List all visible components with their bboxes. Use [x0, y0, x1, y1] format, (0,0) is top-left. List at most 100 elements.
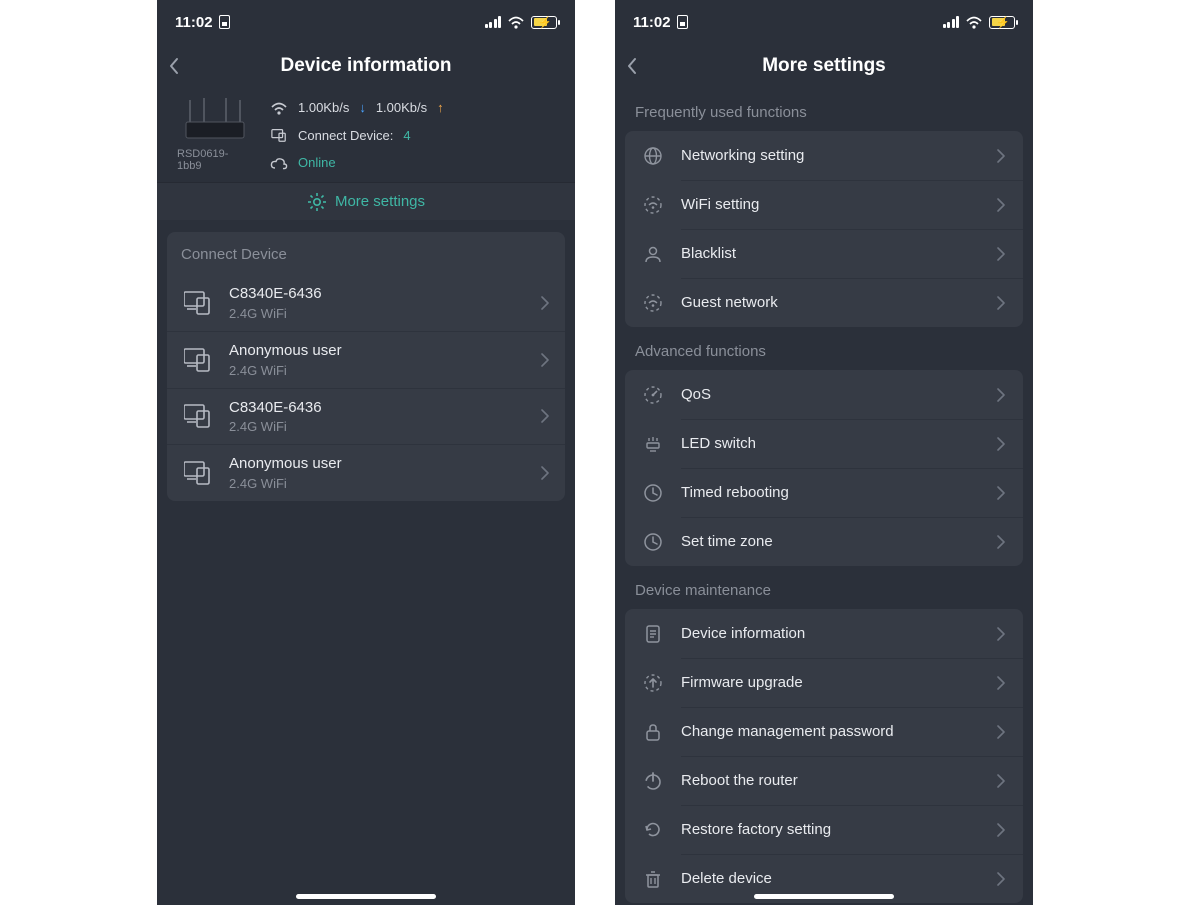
home-indicator[interactable] [754, 894, 894, 899]
section-header: Connect Device [167, 232, 565, 275]
device-sub: 2.4G WiFi [229, 419, 525, 434]
settings-row-set-time-zone[interactable]: Set time zone [625, 517, 1023, 566]
settings-row-led-switch[interactable]: LED switch [625, 419, 1023, 468]
status-bar: 11:02 ⚡ [615, 0, 1033, 44]
settings-row-change-management-password[interactable]: Change management password [625, 707, 1023, 756]
settings-label: Networking setting [681, 147, 979, 164]
chevron-right-icon [995, 627, 1007, 641]
chevron-right-icon [539, 296, 551, 310]
chevron-right-icon [995, 149, 1007, 163]
globe-icon [641, 144, 665, 168]
settings-group: Device information Firmware upgrade Change… [625, 609, 1023, 903]
clock-icon [641, 530, 665, 554]
status-time: 11:02 [633, 14, 671, 31]
page-title: More settings [762, 55, 886, 77]
settings-label: LED switch [681, 435, 979, 452]
back-button[interactable] [625, 44, 639, 88]
settings-row-reboot-the-router[interactable]: Reboot the router [625, 756, 1023, 805]
page-title: Device information [280, 55, 451, 77]
gauge-icon [641, 383, 665, 407]
signal-icon [943, 16, 960, 28]
device-row[interactable]: Anonymous user2.4G WiFi [167, 331, 565, 388]
wifi-icon [641, 193, 665, 217]
settings-row-guest-network[interactable]: Guest network [625, 278, 1023, 327]
device-icon [181, 399, 215, 433]
device-icon [181, 456, 215, 490]
nav-bar: More settings [615, 44, 1033, 88]
clock-icon [641, 481, 665, 505]
settings-row-device-information[interactable]: Device information [625, 609, 1023, 658]
settings-row-timed-rebooting[interactable]: Timed rebooting [625, 468, 1023, 517]
restore-icon [641, 818, 665, 842]
settings-label: Delete device [681, 870, 979, 887]
cloud-icon [270, 156, 288, 170]
device-sub: 2.4G WiFi [229, 476, 525, 491]
wifi-status-icon [507, 15, 525, 29]
device-name: C8340E-6436 [229, 285, 525, 304]
chevron-right-icon [539, 409, 551, 423]
chevron-right-icon [539, 353, 551, 367]
sim-icon [677, 15, 688, 29]
led-icon [641, 432, 665, 456]
download-speed: 1.00Kb/s [298, 100, 349, 115]
wifi-icon [270, 101, 288, 115]
settings-label: QoS [681, 386, 979, 403]
settings-label: Set time zone [681, 533, 979, 550]
screen-device-information: 11:02 ⚡ Device information RSD0619-1bb9 … [157, 0, 575, 905]
signal-icon [485, 16, 502, 28]
settings-row-networking-setting[interactable]: Networking setting [625, 131, 1023, 180]
settings-label: Device information [681, 625, 979, 642]
status-time: 11:02 [175, 14, 213, 31]
back-button[interactable] [167, 44, 181, 88]
chevron-right-icon [995, 676, 1007, 690]
settings-label: Change management password [681, 723, 979, 740]
chevron-right-icon [995, 872, 1007, 886]
chevron-right-icon [995, 725, 1007, 739]
screen-more-settings: 11:02 ⚡ More settings Frequently used fu… [615, 0, 1033, 905]
trash-icon [641, 867, 665, 891]
device-row[interactable]: C8340E-6436 2.4G WiFi [167, 275, 565, 331]
up-arrow-icon: ↑ [437, 100, 444, 115]
chevron-right-icon [995, 388, 1007, 402]
nav-bar: Device information [157, 44, 575, 88]
settings-row-restore-factory-setting[interactable]: Restore factory setting [625, 805, 1023, 854]
speed-row: 1.00Kb/s ↓ 1.00Kb/s ↑ [270, 100, 555, 115]
person-icon [641, 242, 665, 266]
settings-label: Reboot the router [681, 772, 979, 789]
settings-label: Firmware upgrade [681, 674, 979, 691]
home-indicator[interactable] [296, 894, 436, 899]
settings-row-firmware-upgrade[interactable]: Firmware upgrade [625, 658, 1023, 707]
settings-row-blacklist[interactable]: Blacklist [625, 229, 1023, 278]
device-summary: RSD0619-1bb9 1.00Kb/s ↓ 1.00Kb/s ↑ Conne… [157, 88, 575, 182]
device-sub: 2.4G WiFi [229, 306, 525, 321]
settings-label: Guest network [681, 294, 979, 311]
settings-row-qos[interactable]: QoS [625, 370, 1023, 419]
device-icon [181, 286, 215, 320]
more-settings-label: More settings [335, 193, 425, 210]
battery-icon: ⚡ [531, 16, 557, 29]
connect-row: Connect Device: 4 [270, 127, 555, 143]
settings-row-wifi-setting[interactable]: WiFi setting [625, 180, 1023, 229]
chevron-right-icon [995, 823, 1007, 837]
upload-speed: 1.00Kb/s [376, 100, 427, 115]
status-row: Online [270, 155, 555, 170]
group-label: Device maintenance [615, 566, 1033, 609]
sim-icon [219, 15, 230, 29]
gear-icon [307, 192, 327, 212]
group-label: Advanced functions [615, 327, 1033, 370]
device-sub: 2.4G WiFi [229, 363, 525, 378]
devices-icon [270, 127, 288, 143]
device-row[interactable]: Anonymous user2.4G WiFi [167, 444, 565, 501]
more-settings-button[interactable]: More settings [157, 182, 575, 220]
wifi-icon [641, 291, 665, 315]
device-name: C8340E-6436 [229, 399, 525, 418]
chevron-right-icon [995, 198, 1007, 212]
down-arrow-icon: ↓ [359, 100, 366, 115]
chevron-right-icon [995, 296, 1007, 310]
upgrade-icon [641, 671, 665, 695]
status-bar: 11:02 ⚡ [157, 0, 575, 44]
router-thumbnail: RSD0619-1bb9 [177, 96, 252, 172]
device-row[interactable]: C8340E-64362.4G WiFi [167, 388, 565, 445]
doc-icon [641, 622, 665, 646]
wifi-status-icon [965, 15, 983, 29]
